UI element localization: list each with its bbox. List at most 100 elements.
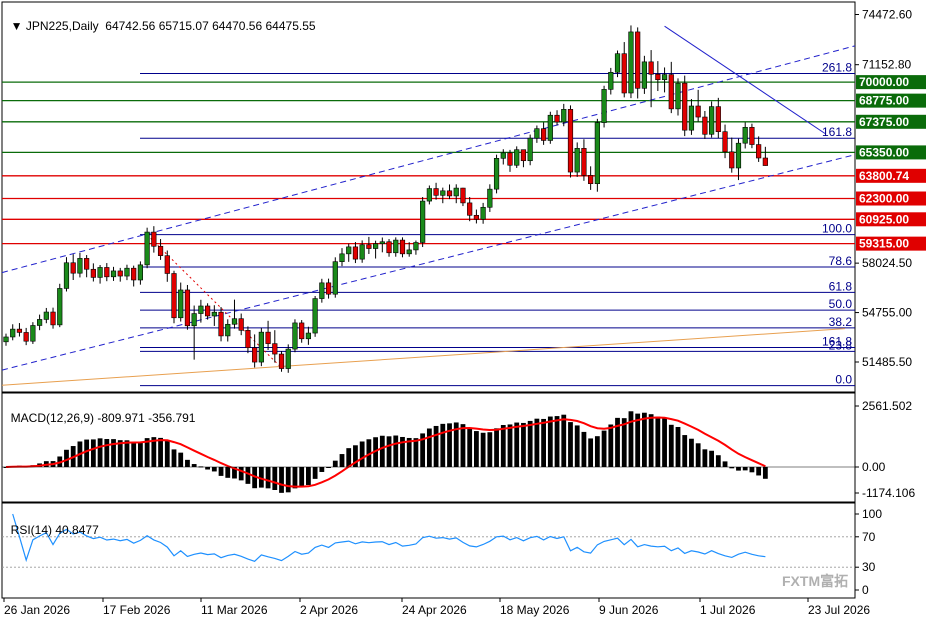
rsi-header: RSI(14) 40.8477 xyxy=(4,509,99,537)
macd-histogram-bar xyxy=(574,425,580,467)
macd-histogram-bar xyxy=(521,422,526,467)
macd-histogram-bar xyxy=(292,467,298,489)
candle-body xyxy=(581,148,587,176)
candle-body xyxy=(567,109,574,173)
date-tick-label: 9 Jun 2026 xyxy=(599,603,659,617)
macd-histogram-bar xyxy=(695,443,701,467)
macd-histogram-bar xyxy=(675,426,681,467)
date-tick-label: 26 Jan 2026 xyxy=(4,603,70,617)
level-price-label: 60925.00 xyxy=(859,212,909,226)
symbol-dropdown-icon[interactable]: ▼ xyxy=(11,19,26,33)
candle-body xyxy=(514,149,520,166)
macd-histogram-bar xyxy=(97,438,103,467)
macd-histogram-bar xyxy=(628,411,634,467)
price-tick-label: 74472.60 xyxy=(862,8,912,22)
candle-body xyxy=(540,128,547,141)
candle-body xyxy=(756,144,762,159)
macd-tick-label: 0.00 xyxy=(862,460,886,474)
candle-body xyxy=(312,298,318,334)
candle-body xyxy=(467,202,473,216)
candle-body xyxy=(708,106,715,135)
level-price-label: 65350.00 xyxy=(859,145,909,159)
candle-body xyxy=(77,258,83,274)
macd-histogram-bar xyxy=(460,424,466,467)
candle-body xyxy=(272,343,278,355)
candle-body xyxy=(144,231,150,266)
macd-histogram-bar xyxy=(138,442,143,467)
macd-histogram-bar xyxy=(467,427,473,467)
price-chart[interactable]: 74472.60 71152.80 58024.50 54755.00 51485.50… xyxy=(0,0,936,624)
ohlc-close: 64475.55 xyxy=(265,19,316,33)
macd-histogram-bar xyxy=(682,435,688,467)
macd-histogram-bar xyxy=(312,467,318,479)
candle-body xyxy=(171,273,177,319)
candle-body xyxy=(722,131,728,153)
candle-body xyxy=(84,258,90,270)
macd-histogram-bar xyxy=(689,438,694,467)
fib-level-label: 0.0 xyxy=(835,373,852,387)
level-price-label: 68775.00 xyxy=(859,94,909,108)
candle-body xyxy=(372,243,379,249)
candle-body xyxy=(198,305,204,314)
candle-body xyxy=(446,190,453,197)
macd-histogram-bar xyxy=(534,418,540,467)
macd-histogram-bar xyxy=(205,467,210,470)
candle-body xyxy=(231,318,238,325)
candle-body xyxy=(205,305,211,317)
candle-body xyxy=(117,270,123,277)
candle-body xyxy=(258,331,264,363)
macd-histogram-bar xyxy=(608,424,614,467)
rsi-tick-label: 0 xyxy=(862,583,869,597)
macd-histogram-bar xyxy=(218,467,224,476)
candle-body xyxy=(473,214,480,220)
macd-histogram-bar xyxy=(124,440,130,467)
macd-histogram-bar xyxy=(433,425,439,467)
date-tick-label: 1 Jul 2026 xyxy=(700,603,756,617)
macd-histogram-bar xyxy=(756,467,762,476)
candle-body xyxy=(63,262,70,289)
candle-body xyxy=(608,71,614,90)
rsi-value: 40.8477 xyxy=(55,523,99,537)
candle-body xyxy=(621,53,627,94)
rsi-line xyxy=(12,513,766,563)
candle-body xyxy=(110,270,117,278)
candle-body xyxy=(97,267,103,278)
candle-body xyxy=(191,313,197,327)
candle-body xyxy=(299,322,305,340)
rsi-tick-label: 30 xyxy=(862,560,876,574)
timeframe: Daily xyxy=(71,19,99,33)
candle-body xyxy=(366,244,372,249)
candle-body xyxy=(500,152,506,159)
macd-histogram-bar xyxy=(541,418,546,467)
candle-body xyxy=(23,332,29,342)
candle-body xyxy=(332,261,338,295)
macd-histogram-bar xyxy=(245,467,251,484)
macd-histogram-bar xyxy=(285,467,291,493)
macd-histogram-bar xyxy=(736,467,741,471)
macd-histogram-bar xyxy=(359,441,365,467)
level-price-label: 63800.74 xyxy=(859,169,909,183)
moving-average-line xyxy=(1,328,846,386)
candle-body xyxy=(50,311,56,326)
candle-body xyxy=(749,127,755,145)
candle-body xyxy=(43,311,49,320)
candle-body xyxy=(554,114,560,123)
price-tick-label: 71152.80 xyxy=(862,58,911,72)
candle-body xyxy=(433,188,439,196)
candle-body xyxy=(547,114,553,141)
candle-body xyxy=(265,331,271,344)
macd-histogram-bar xyxy=(158,437,163,467)
candle-body xyxy=(305,332,312,340)
fib-level-label: 100.0 xyxy=(822,222,852,236)
ohlc-high: 65715.07 xyxy=(158,19,209,33)
candle-body xyxy=(225,323,231,337)
candle-body xyxy=(493,158,500,190)
macd-label: MACD(12,26,9) xyxy=(10,411,95,425)
macd-histogram-bar xyxy=(131,442,137,467)
macd-histogram-bar xyxy=(211,467,217,472)
candle-body xyxy=(426,188,432,202)
descending-trendline xyxy=(664,25,826,134)
candle-body xyxy=(628,31,634,94)
price-tick-label: 58024.50 xyxy=(862,256,912,270)
candle-body xyxy=(574,148,580,173)
